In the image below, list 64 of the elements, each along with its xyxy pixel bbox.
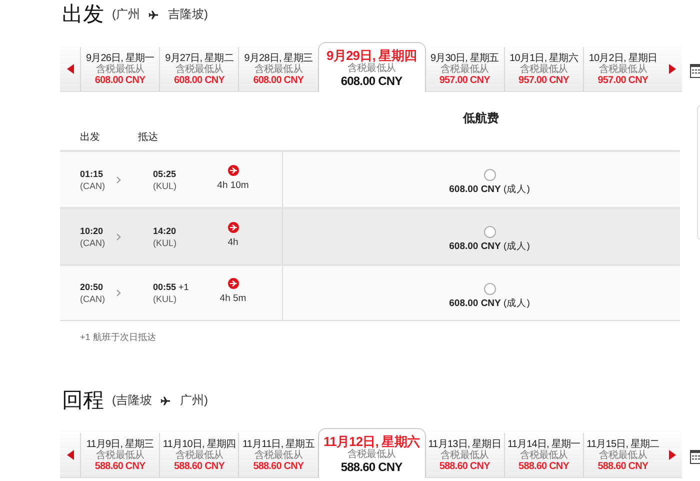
date-tab[interactable]: 11月15日, 星期二 含税最低从 588.60 CNY	[582, 433, 662, 477]
airport-code: (CAN)	[80, 180, 106, 192]
flight-row[interactable]: 01:15 (CAN) 05:25 (KUL) 4h 10m 608.00 CNY (成人)	[60, 150, 680, 207]
chevron-icon	[116, 289, 121, 297]
departure-time: 20:50	[80, 281, 104, 293]
departure-time: 01:15	[80, 168, 104, 180]
plane-badge-icon[interactable]	[228, 222, 238, 232]
airport-code: (CAN)	[80, 293, 106, 305]
chevron-icon	[116, 232, 121, 240]
section-title: 出发	[62, 2, 104, 28]
departure-time: 10:20	[80, 224, 104, 236]
fare-note: (成人)	[504, 184, 530, 195]
section-title: 回程	[62, 388, 104, 414]
column-header: 抵达	[138, 130, 158, 144]
arrival-time: 00:55	[153, 282, 176, 292]
date-tab[interactable]: 11月10日, 星期四 含税最低从 588.60 CNY	[159, 433, 238, 477]
fare-price: 608.00 CNY	[449, 241, 501, 252]
destination-city: 吉隆坡)	[168, 6, 208, 22]
date-tab[interactable]: 9月27日, 星期二 含税最低从 608.00 CNY	[159, 47, 238, 91]
right-arrow-icon	[668, 64, 676, 74]
date-tab[interactable]: 9月26日, 星期一 含税最低从 608.00 CNY	[80, 47, 160, 91]
footnote: +1 航班于次日抵达	[80, 331, 157, 344]
fare-note: (成人)	[504, 298, 530, 308]
airport-code: (CAN)	[80, 236, 106, 248]
destination-city: 广州)	[180, 392, 208, 408]
left-arrow-icon	[66, 450, 74, 460]
next-day-mark: +1	[178, 282, 189, 292]
left-arrow-icon	[66, 64, 74, 74]
plane-icon	[160, 394, 172, 406]
plane-icon	[148, 8, 160, 20]
flight-row[interactable]: 10:20 (CAN) 14:20 (KUL) 4h 608.00 CNY (成人)	[60, 207, 680, 264]
fare-radio[interactable]	[484, 226, 496, 238]
date-tab[interactable]: 11月14日, 星期一 含税最低从 588.60 CNY	[504, 433, 583, 477]
origin-city: (吉隆坡	[112, 392, 152, 408]
flight-duration: 4h	[228, 236, 238, 248]
flight-duration: 4h 10m	[217, 180, 249, 190]
plane-badge-icon[interactable]	[228, 278, 238, 289]
fare-radio[interactable]	[484, 169, 496, 181]
calendar-icon[interactable]	[690, 448, 700, 464]
date-tab[interactable]: 9月29日, 星期四 含税最低从 608.00 CNY	[318, 42, 426, 92]
fare-note: (成人)	[504, 241, 530, 252]
airport-code: (KUL)	[153, 180, 178, 192]
airport-code: (KUL)	[153, 236, 178, 248]
plane-badge-icon[interactable]	[228, 164, 238, 176]
date-tab[interactable]: 10月1日, 星期六 含税最低从 957.00 CNY	[504, 47, 583, 91]
fare-header: 低航费	[463, 110, 499, 127]
fare-price: 608.00 CNY	[449, 184, 501, 195]
right-arrow-icon	[668, 450, 676, 460]
flight-row[interactable]: 20:50 (CAN) 00:55 +1 (KUL) 4h 5m 608.00 CNY (成人)	[60, 264, 680, 321]
date-tab[interactable]: 11月13日, 星期日 含税最低从 588.60 CNY	[426, 433, 504, 477]
date-tab[interactable]: 10月2日, 星期日 含税最低从 957.00 CNY	[582, 47, 662, 91]
origin-city: (广州	[112, 6, 140, 22]
airport-code: (KUL)	[153, 293, 178, 305]
fare-radio[interactable]	[484, 282, 496, 294]
calendar-icon[interactable]	[690, 62, 700, 78]
date-tab[interactable]: 11月9日, 星期三 含税最低从 588.60 CNY	[80, 433, 160, 477]
column-header: 出发	[80, 132, 100, 143]
date-tab[interactable]: 9月30日, 星期五 含税最低从 957.00 CNY	[426, 47, 504, 91]
chevron-icon	[116, 176, 121, 184]
flight-duration: 4h 5m	[220, 293, 246, 304]
date-tab[interactable]: 11月12日, 星期六 含税最低从 588.60 CNY	[318, 428, 426, 478]
arrival-time: 14:20	[153, 226, 176, 236]
arrival-time: 05:25	[153, 168, 176, 178]
fare-price: 608.00 CNY	[449, 298, 501, 308]
